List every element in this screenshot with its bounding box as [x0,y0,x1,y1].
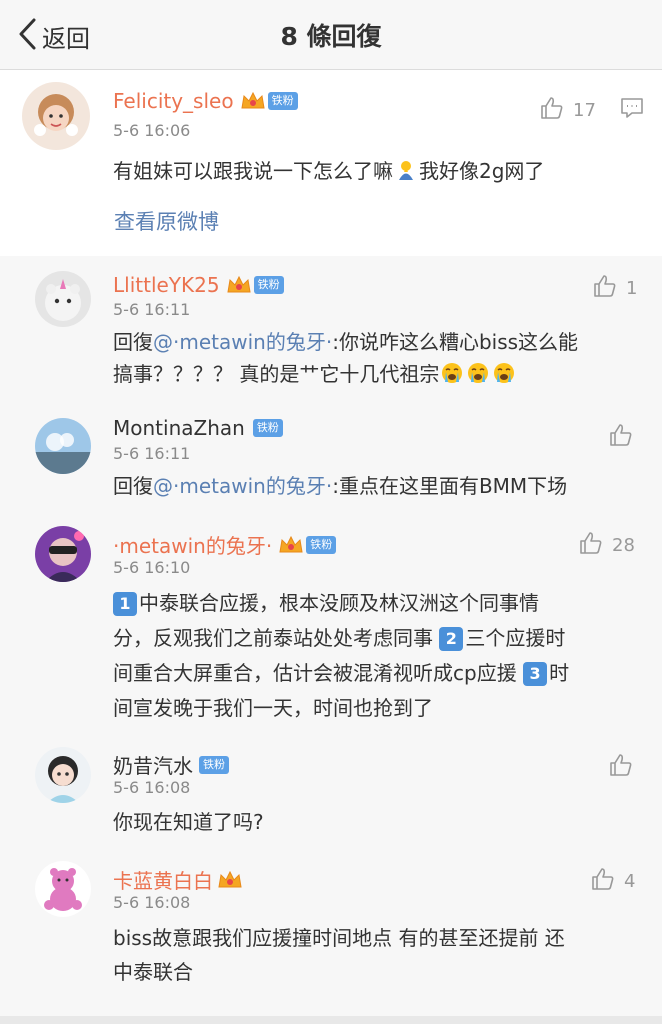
username-row: 奶昔汽水 铁粉 [113,750,229,779]
reply-text-part: 三个应援时 [465,626,566,650]
timestamp: 5-6 16:10 [113,558,191,577]
avatar[interactable] [35,861,91,917]
avatar[interactable] [35,271,91,327]
avatar[interactable] [35,418,91,474]
reply-prefix: 回復 [113,474,153,498]
fan-badge: 铁粉 [199,755,229,774]
timestamp: 5-6 16:11 [113,444,191,463]
reply-text: biss故意跟我们应援撞时间地点 有的甚至还提前 还 中泰联合 [113,921,643,989]
comment-text-part: 有姐妹可以跟我说一下怎么了嘛 [113,159,393,183]
thumbs-up-icon [590,866,616,896]
thumbs-up-icon [608,422,634,452]
username-row: ·metawin的兔牙· 铁粉 [113,530,337,559]
crown-icon [226,274,252,296]
reply-text-part: 搞事？？？？ 真的是艹它十几代祖宗 [113,362,440,386]
reply-text-part: 间重合大屏重合，估计会被混淆视听成cp应援 [113,661,517,685]
username[interactable]: 奶昔汽水 [113,750,193,779]
bottom-divider [0,1016,662,1024]
reply-prefix: 回復 [113,330,153,354]
like-count: 28 [612,534,635,556]
reply-text-part: 分，反观我们之前泰站处处考虑同事 [113,626,433,650]
fan-badge: 铁粉 [253,276,284,294]
crying-emoji-icon [467,361,489,383]
like-button[interactable] [608,422,642,452]
fan-badge: 铁粉 [267,92,298,110]
like-button[interactable]: 17 [539,95,596,125]
username-row: LlittleYK25 铁粉 [113,273,284,297]
timestamp: 5-6 16:08 [113,893,191,912]
fan-badge: 铁粉 [306,535,337,554]
reply-text: 1 中泰联合应援，根本没顾及林汉洲这个同事情 分，反观我们之前泰站处处考虑同事 2… [113,586,633,726]
reply-text: 回復@·metawin的兔牙·:重点在这里面有BMM下场 [113,470,633,502]
username-row: 卡蓝黄白白 [113,865,243,894]
timestamp: 5-6 16:11 [113,300,191,319]
fan-badge: 铁粉 [252,419,283,437]
mention-link[interactable]: @·metawin的兔牙· [153,330,332,354]
timestamp: 5-6 16:06 [113,121,191,140]
reply-text-part: biss故意跟我们应援撞时间地点 有的甚至还提前 还 [113,926,565,950]
username[interactable]: ·metawin的兔牙· [113,530,272,559]
page-title: 8 條回復 [280,22,382,51]
timestamp: 5-6 16:08 [113,778,191,797]
reply-text-part: :重点在这里面有BMM下场 [332,474,568,498]
avatar[interactable] [35,747,91,803]
thumbs-up-icon [608,752,634,782]
comment-text-part: 我好像2g网了 [419,159,545,183]
like-button[interactable] [608,752,642,782]
crying-emoji-icon [441,361,463,383]
reply-text-part: 中泰联合应援，根本没顾及林汉洲这个同事情 [139,591,539,615]
avatar[interactable] [35,526,91,582]
like-button[interactable]: 1 [592,273,637,303]
crown-icon [240,90,266,112]
username-row: MontinaZhan 铁粉 [113,416,283,440]
crown-icon [278,534,304,556]
like-button[interactable]: 28 [578,530,635,560]
crown-icon [217,869,243,891]
comment-text: 有姐妹可以跟我说一下怎么了嘛 我好像2g网了 [113,155,544,187]
username[interactable]: 卡蓝黄白白 [113,865,213,894]
view-original-weibo-link[interactable]: 查看原微博 [114,206,219,236]
thumbs-up-icon [539,95,565,125]
comment-icon[interactable] [620,96,644,120]
thumbs-up-icon [592,273,618,303]
navbar: 返回 8 條回復 [0,0,662,70]
number-badge: 1 [113,592,137,616]
like-button[interactable]: 4 [590,866,635,896]
mention-link[interactable]: @·metawin的兔牙· [153,474,332,498]
like-count: 17 [573,99,596,121]
username[interactable]: MontinaZhan [113,416,245,440]
reply-text-part: 时 [549,661,570,685]
username[interactable]: LlittleYK25 [113,273,220,297]
crying-emoji-icon [493,361,515,383]
reply-text: 回復@·metawin的兔牙·:你说咋这么糟心biss这么能 搞事？？？？ 真的… [113,326,633,390]
username-row: Felicity_sleo 铁粉 [113,89,298,113]
like-count: 4 [624,870,636,892]
reply-text-part: 间宣发晚于我们一天，时间也抢到了 [113,696,433,720]
number-badge: 3 [523,662,548,686]
username[interactable]: Felicity_sleo [113,89,234,113]
thumbs-up-icon [578,530,604,560]
like-count: 1 [626,277,638,299]
avatar[interactable] [22,82,90,150]
number-badge: 2 [439,627,464,651]
reply-text-part: :你说咋这么糟心biss这么能 [332,330,579,354]
praying-emoji-icon [395,158,417,180]
reply-text: 你现在知道了吗? [113,810,264,834]
reply-text-part: 中泰联合 [113,960,193,984]
